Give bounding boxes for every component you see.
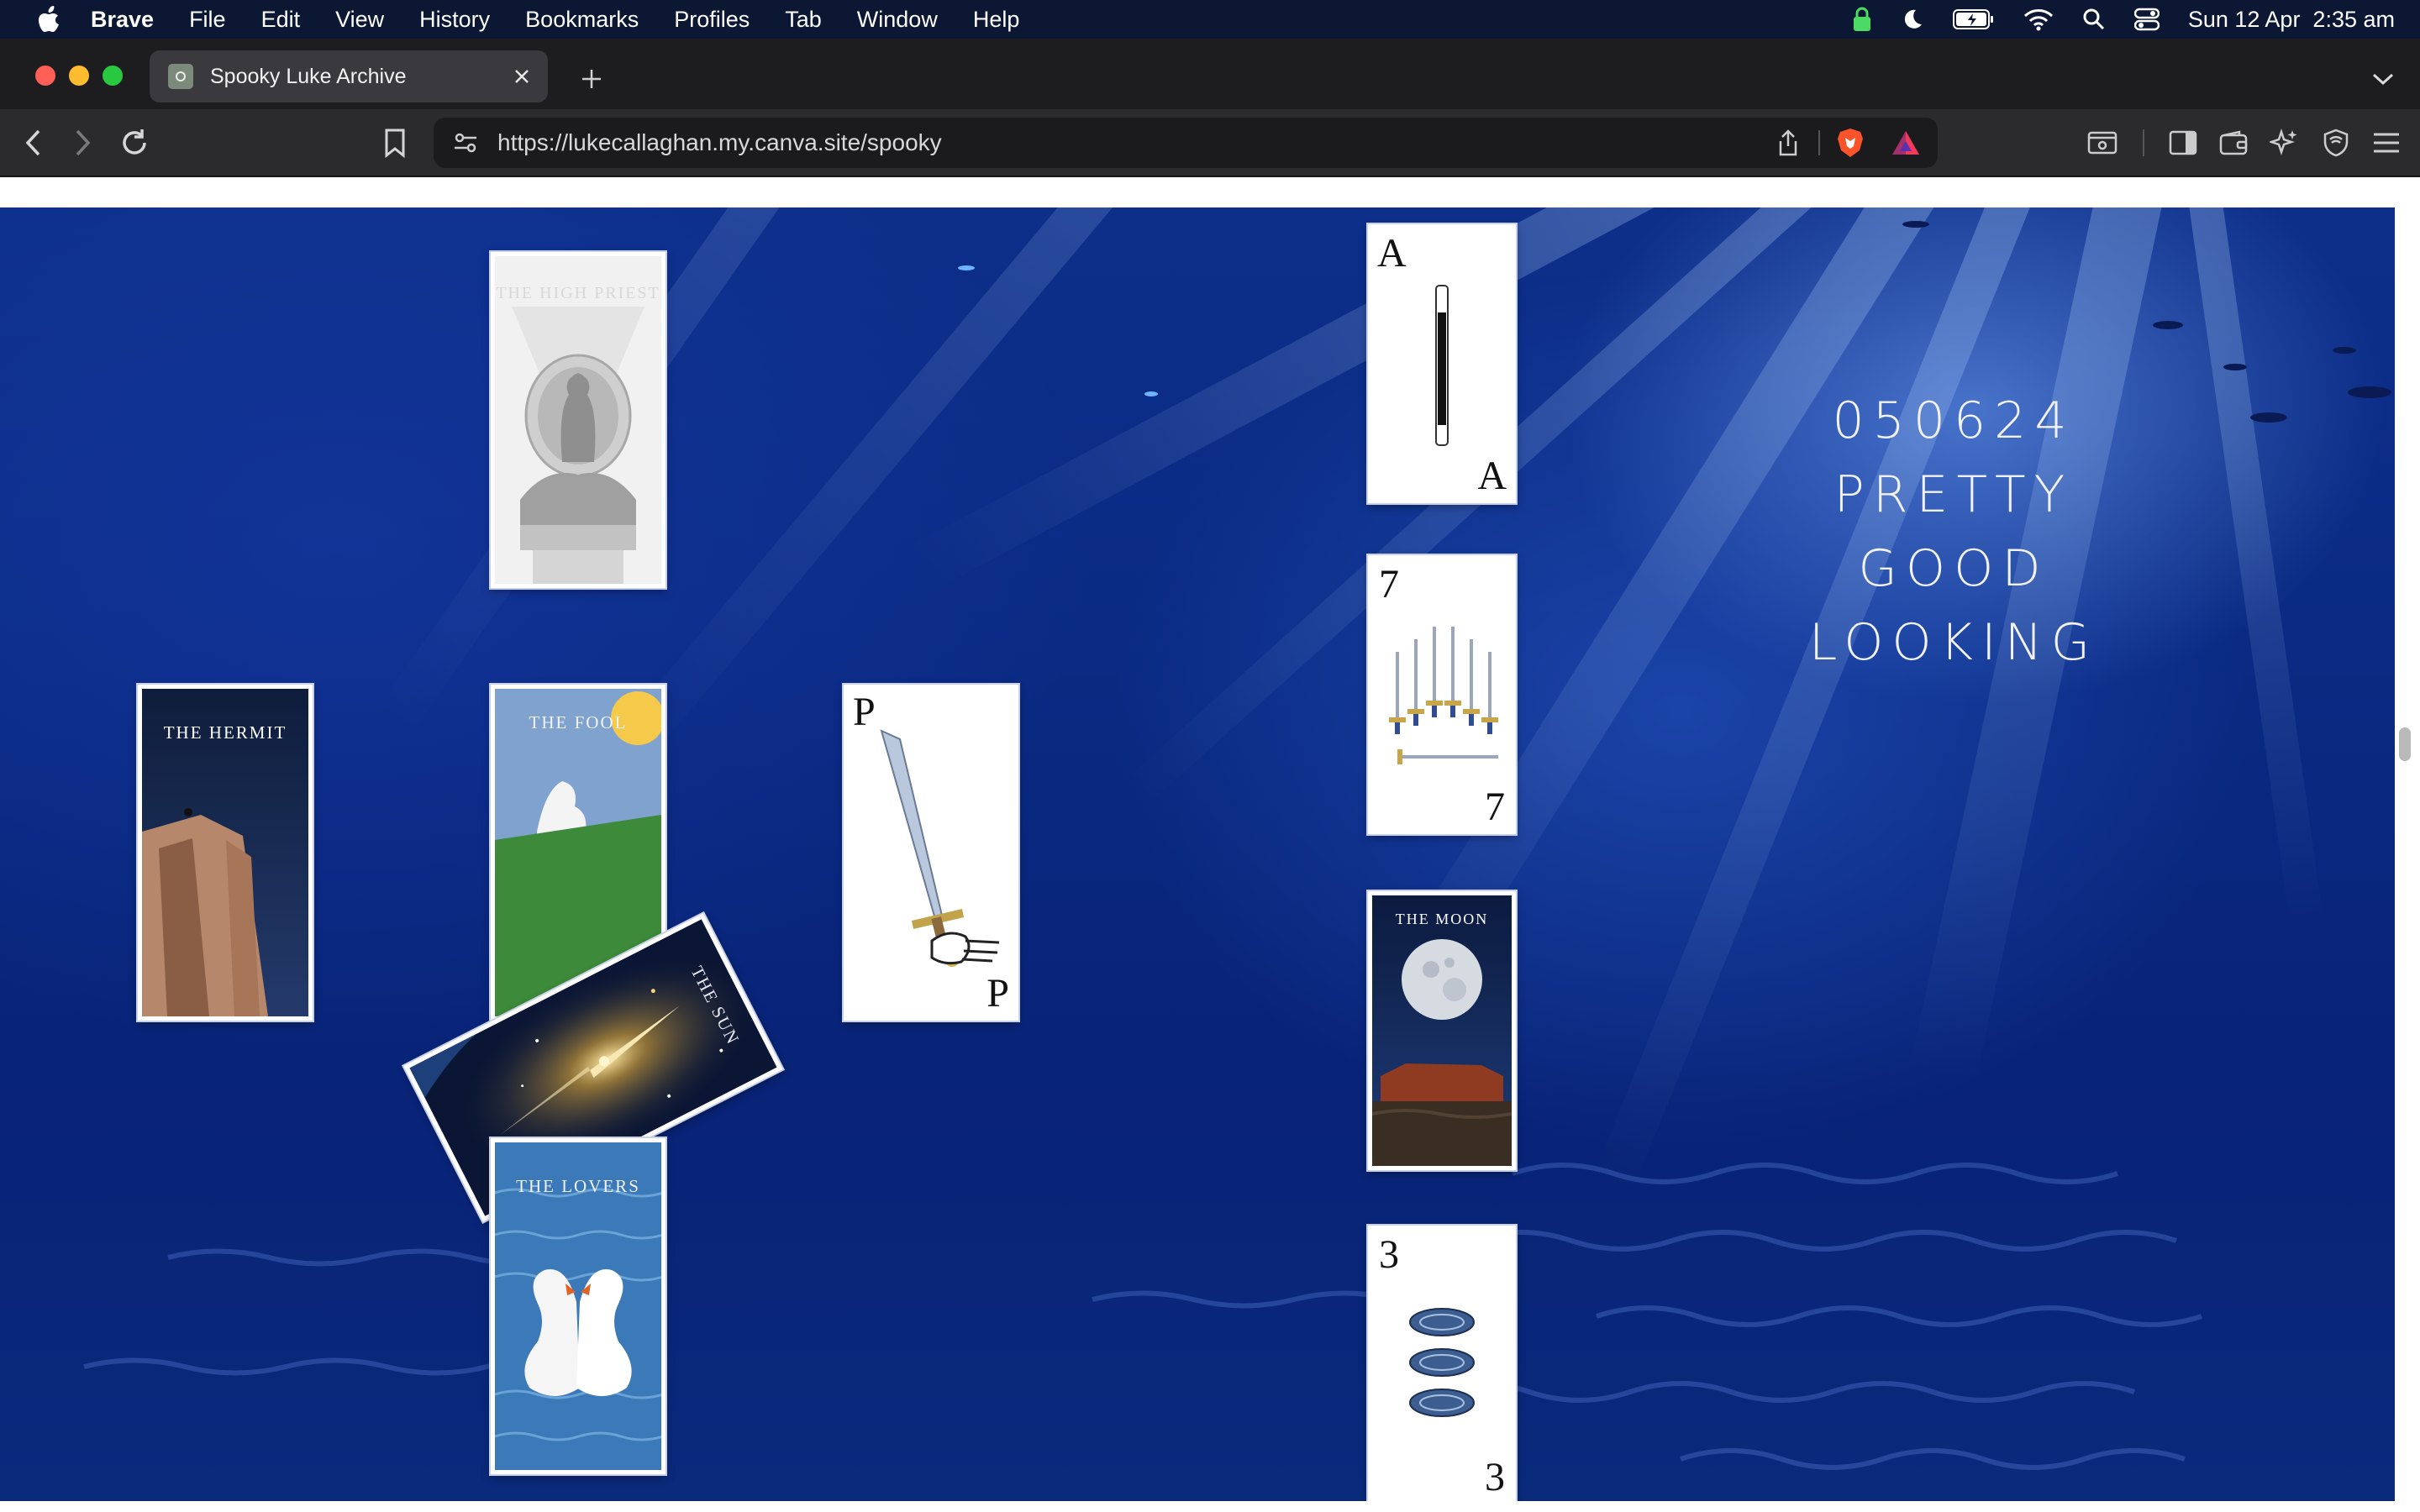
scrollbar-thumb[interactable]: [2399, 727, 2411, 761]
card-seven[interactable]: 7 7: [1368, 555, 1516, 834]
back-arrow-icon[interactable]: [15, 124, 52, 161]
reload-icon[interactable]: [116, 124, 153, 161]
site-settings-icon[interactable]: [449, 131, 482, 155]
address-bar[interactable]: https://lukecallaghan.my.canva.site/spoo…: [434, 118, 1938, 168]
card-title-hermit: THE HERMIT: [163, 722, 287, 743]
card-rank-bottom: 7: [1485, 785, 1505, 829]
bookmark-icon[interactable]: [376, 124, 413, 161]
tab-close-icon[interactable]: [508, 62, 536, 91]
tab-spooky-luke-archive[interactable]: Spooky Luke Archive: [150, 50, 548, 102]
card-title-high-priest: THE HIGH PRIEST: [496, 284, 660, 302]
menu-view[interactable]: View: [335, 7, 384, 33]
menu-tab[interactable]: Tab: [785, 7, 822, 33]
wallet-icon[interactable]: [2215, 124, 2252, 161]
card-rank-top: 3: [1379, 1232, 1399, 1277]
page-headline: 050624 PRETTY GOOD LOOKING: [1807, 384, 2101, 680]
brave-rewards-icon[interactable]: [1889, 129, 1923, 156]
sidebar-toggle-icon[interactable]: [2165, 124, 2202, 161]
card-rank-top: A: [1377, 231, 1407, 276]
reader-mode-icon[interactable]: [2084, 124, 2121, 161]
menu-help[interactable]: Help: [973, 7, 1020, 33]
card-rank-bottom: 3: [1485, 1455, 1505, 1499]
address-divider: [1818, 130, 1820, 155]
card-the-lovers[interactable]: THE LOVERS: [491, 1138, 666, 1474]
window-zoom-button[interactable]: [103, 66, 123, 86]
window-close-button[interactable]: [35, 66, 55, 86]
menu-edit[interactable]: Edit: [261, 7, 301, 33]
card-rank-bottom: P: [986, 971, 1009, 1016]
search-icon[interactable]: [2082, 8, 2106, 31]
headline-date: 050624: [1832, 391, 2075, 450]
card-three[interactable]: 3 3: [1368, 1226, 1516, 1501]
menu-profiles[interactable]: Profiles: [674, 7, 750, 33]
apple-icon[interactable]: [30, 5, 69, 34]
card-title-fool: THE FOOL: [529, 712, 628, 732]
headline-line-4: LOOKING: [1808, 613, 2099, 672]
main-menu-icon[interactable]: [2368, 124, 2405, 161]
toolbar-divider: [2143, 129, 2144, 156]
card-rank-bottom: A: [1477, 454, 1507, 498]
leo-ai-icon[interactable]: [2265, 124, 2302, 161]
new-tab-button[interactable]: [575, 62, 608, 96]
wifi-icon[interactable]: [2023, 8, 2054, 31]
window-minimize-button[interactable]: [69, 66, 89, 86]
moon-icon[interactable]: [1901, 8, 1924, 31]
card-the-hermit[interactable]: THE HERMIT: [138, 685, 313, 1021]
menu-window[interactable]: Window: [857, 7, 938, 33]
menu-file[interactable]: File: [189, 7, 226, 33]
url-path: /spooky: [860, 129, 942, 155]
card-rank-top: P: [853, 690, 876, 734]
control-center-icon[interactable]: [2133, 8, 2160, 31]
battery-icon[interactable]: [1952, 8, 1995, 30]
page-viewport: THE HIGH PRIEST THE HERMIT THE FOOL THE …: [0, 177, 2420, 1512]
menu-bar: Brave File Edit View History Bookmarks P…: [0, 0, 2420, 39]
share-icon[interactable]: [1771, 129, 1805, 156]
menu-history[interactable]: History: [419, 7, 490, 33]
page-of-swords-art: [848, 689, 1014, 1016]
card-title-moon: THE MOON: [1395, 911, 1489, 927]
lock-icon[interactable]: [1852, 7, 1872, 32]
tab-title: Spooky Luke Archive: [210, 64, 407, 88]
menu-app-name[interactable]: Brave: [91, 7, 154, 33]
ocean-background: THE HIGH PRIEST THE HERMIT THE FOOL THE …: [0, 207, 2395, 1501]
tab-strip: Spooky Luke Archive: [0, 39, 2420, 109]
card-ace[interactable]: A A: [1368, 224, 1516, 503]
url-text[interactable]: https://lukecallaghan.my.canva.site/spoo…: [497, 129, 1771, 156]
browser-toolbar: https://lukecallaghan.my.canva.site/spoo…: [0, 109, 2420, 176]
card-the-high-priest[interactable]: THE HIGH PRIEST: [491, 252, 666, 588]
site-favicon-icon: [168, 64, 193, 89]
vpn-shield-icon[interactable]: [2317, 124, 2354, 161]
tab-list-chevron-down-icon[interactable]: [2366, 64, 2400, 94]
forward-arrow-icon[interactable]: [64, 124, 101, 161]
card-the-moon[interactable]: THE MOON: [1368, 891, 1516, 1170]
card-title-lovers: THE LOVERS: [516, 1176, 640, 1196]
menu-bookmarks[interactable]: Bookmarks: [525, 7, 639, 33]
menubar-clock[interactable]: Sun 12 Apr 2:35 am: [2188, 7, 2395, 33]
url-host: https://lukecallaghan.my.canva.site: [497, 129, 861, 155]
brave-shields-icon[interactable]: [1833, 127, 1867, 159]
scrollbar-track[interactable]: [2395, 177, 2420, 1512]
headline-line-2: PRETTY: [1833, 465, 2074, 524]
high-priest-art: [495, 256, 661, 584]
card-page-of-swords[interactable]: P P: [844, 685, 1018, 1021]
moon-art: [1372, 895, 1512, 1166]
card-rank-top: 7: [1379, 562, 1399, 606]
headline-line-3: GOOD: [1858, 539, 2049, 598]
